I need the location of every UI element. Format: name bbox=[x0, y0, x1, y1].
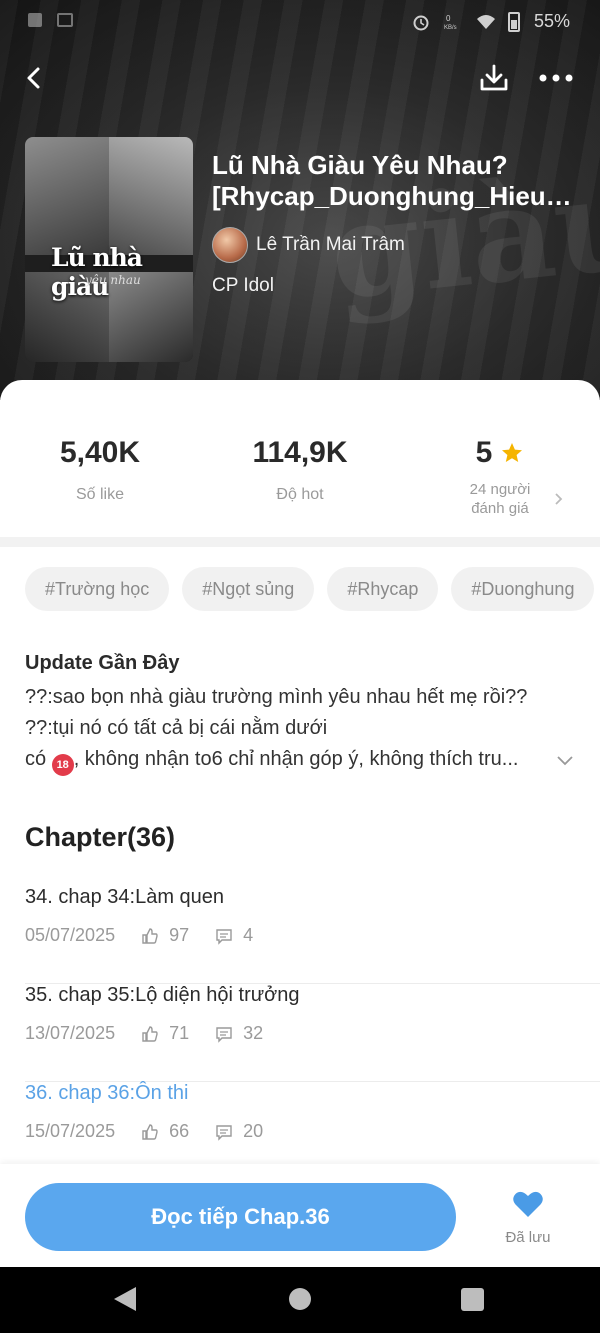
chapter-comments: 4 bbox=[243, 925, 254, 945]
chapter-date: 05/07/2025 bbox=[25, 925, 116, 945]
hot-value: 114,9K bbox=[252, 436, 348, 469]
author-link[interactable]: Lê Trần Mai Trâm bbox=[212, 227, 405, 263]
chapter-likes: 66 bbox=[169, 1121, 190, 1141]
rating-count-line: đánh giá bbox=[471, 500, 529, 517]
bottom-action-bar: Đọc tiếp Chap.36 Đã lưu bbox=[0, 1164, 600, 1267]
likes-stat: 5,40K Số like bbox=[30, 436, 170, 504]
battery-icon bbox=[507, 11, 520, 32]
rating-stat[interactable]: 5 24 người đánh giá bbox=[440, 436, 560, 518]
likes-label: Số like bbox=[75, 486, 125, 503]
svg-text:KB/s: KB/s bbox=[444, 25, 457, 31]
chapter-title: 36. chap 36:Ôn thi bbox=[25, 1082, 189, 1104]
section-divider bbox=[0, 537, 600, 547]
update-text-prefix: có bbox=[25, 748, 52, 770]
thumbs-up-icon bbox=[142, 1025, 158, 1042]
comment-icon bbox=[216, 1026, 232, 1043]
chapter-comments: 20 bbox=[243, 1121, 264, 1141]
comment-icon bbox=[216, 1124, 232, 1141]
author-avatar bbox=[212, 227, 248, 263]
cover-title-art: Lũ nhà giàu bbox=[51, 243, 143, 301]
nav-home-icon[interactable] bbox=[289, 1288, 311, 1310]
chapter-item[interactable]: 34. chap 34:Làm quen 05/07/2025 97 4 bbox=[25, 886, 600, 984]
tag-chip[interactable]: #Trường học bbox=[25, 567, 170, 611]
rating-value: 5 bbox=[475, 436, 493, 469]
book-title-line: Lũ Nhà Giàu Yêu Nhau? bbox=[212, 150, 508, 180]
update-text-line: ??:tụi nó có tất cả bị cái nằm dưới bbox=[25, 717, 328, 739]
book-title: Lũ Nhà Giàu Yêu Nhau? [Rhycap_Duonghung_… bbox=[212, 150, 582, 212]
update-text-line: có 18, không nhận to6 chỉ nhận góp ý, kh… bbox=[25, 748, 549, 776]
chapter-date: 13/07/2025 bbox=[25, 1023, 116, 1043]
heart-icon bbox=[513, 1191, 543, 1217]
status-bar: 0 KB/s 55% bbox=[0, 0, 600, 44]
thumbs-up-icon bbox=[142, 1123, 158, 1140]
hot-stat: 114,9K Độ hot bbox=[230, 436, 370, 504]
update-heading: Update Gần Đây bbox=[25, 652, 180, 674]
svg-text:0: 0 bbox=[446, 14, 451, 23]
author-name: Lê Trần Mai Trâm bbox=[256, 234, 405, 255]
cover-subtitle-art: yêu nhau bbox=[85, 273, 141, 287]
likes-value: 5,40K bbox=[59, 436, 141, 469]
chapter-item[interactable]: 35. chap 35:Lộ diện hội trưởng 13/07/202… bbox=[25, 984, 600, 1082]
notification-icon bbox=[56, 11, 74, 29]
notification-icon bbox=[26, 11, 44, 29]
chevron-right-icon[interactable] bbox=[554, 490, 564, 511]
update-text-suffix: , không nhận to6 chỉ nhận góp ý, không t… bbox=[73, 748, 519, 770]
chapter-likes: 97 bbox=[169, 925, 190, 945]
update-text-line: ??:sao bọn nhà giàu trường mình yêu nhau… bbox=[25, 686, 528, 708]
download-button[interactable] bbox=[474, 58, 514, 98]
download-icon bbox=[480, 64, 508, 91]
star-icon bbox=[502, 443, 523, 462]
status-notifications bbox=[26, 11, 74, 29]
cover-photo bbox=[109, 137, 193, 255]
chevron-down-icon[interactable] bbox=[555, 750, 575, 770]
hot-label: Độ hot bbox=[276, 486, 324, 503]
book-cover[interactable]: Lũ nhà giàu yêu nhau bbox=[25, 137, 193, 362]
saved-label: Đã lưu bbox=[505, 1229, 551, 1246]
rating-count-line: 24 người bbox=[469, 481, 531, 498]
book-category[interactable]: CP Idol bbox=[212, 275, 274, 297]
book-header: giàu 0 KB/s 55% Lũ nhà giàu yêu nhau Lũ … bbox=[0, 0, 600, 400]
chapter-date: 15/07/2025 bbox=[25, 1121, 116, 1141]
tag-chip[interactable]: #Rhycap bbox=[327, 567, 439, 611]
alarm-icon bbox=[412, 13, 430, 31]
chapter-title: 34. chap 34:Làm quen bbox=[25, 886, 225, 908]
saved-button[interactable]: Đã lưu bbox=[498, 1190, 558, 1246]
chapter-comments: 32 bbox=[243, 1023, 264, 1043]
data-speed-icon: 0 KB/s bbox=[444, 13, 462, 31]
more-options-button[interactable] bbox=[536, 58, 576, 98]
wifi-icon bbox=[476, 13, 495, 31]
book-title-line: [Rhycap_Duonghung_HieuA... bbox=[212, 181, 582, 211]
chapter-likes: 71 bbox=[169, 1023, 190, 1043]
tag-chip[interactable]: #Duonghung bbox=[451, 567, 595, 611]
comment-icon bbox=[216, 928, 232, 945]
battery-percentage: 55% bbox=[533, 11, 570, 31]
thumbs-up-icon bbox=[142, 927, 158, 944]
cover-photo bbox=[25, 137, 109, 255]
tag-list: #Trường học #Ngọt sủng #Rhycap #Duonghun… bbox=[25, 567, 595, 611]
age-18-badge: 18 bbox=[51, 754, 74, 776]
chapter-title: 35. chap 35:Lộ diện hội trưởng bbox=[25, 984, 300, 1006]
nav-back-icon[interactable] bbox=[114, 1287, 136, 1311]
status-indicators: 0 KB/s 55% bbox=[412, 11, 570, 32]
tag-chip[interactable]: #Ngọt sủng bbox=[182, 567, 315, 611]
nav-recents-icon[interactable] bbox=[461, 1288, 484, 1311]
arrow-left-icon bbox=[27, 67, 40, 89]
back-button[interactable] bbox=[14, 58, 54, 98]
system-navigation-bar bbox=[0, 1267, 600, 1333]
continue-reading-button[interactable]: Đọc tiếp Chap.36 bbox=[25, 1183, 456, 1251]
chapters-heading: Chapter(36) bbox=[25, 822, 176, 852]
stats-card: 5,40K Số like 114,9K Độ hot 5 24 người đ… bbox=[0, 380, 600, 537]
more-dots-icon bbox=[539, 74, 573, 82]
